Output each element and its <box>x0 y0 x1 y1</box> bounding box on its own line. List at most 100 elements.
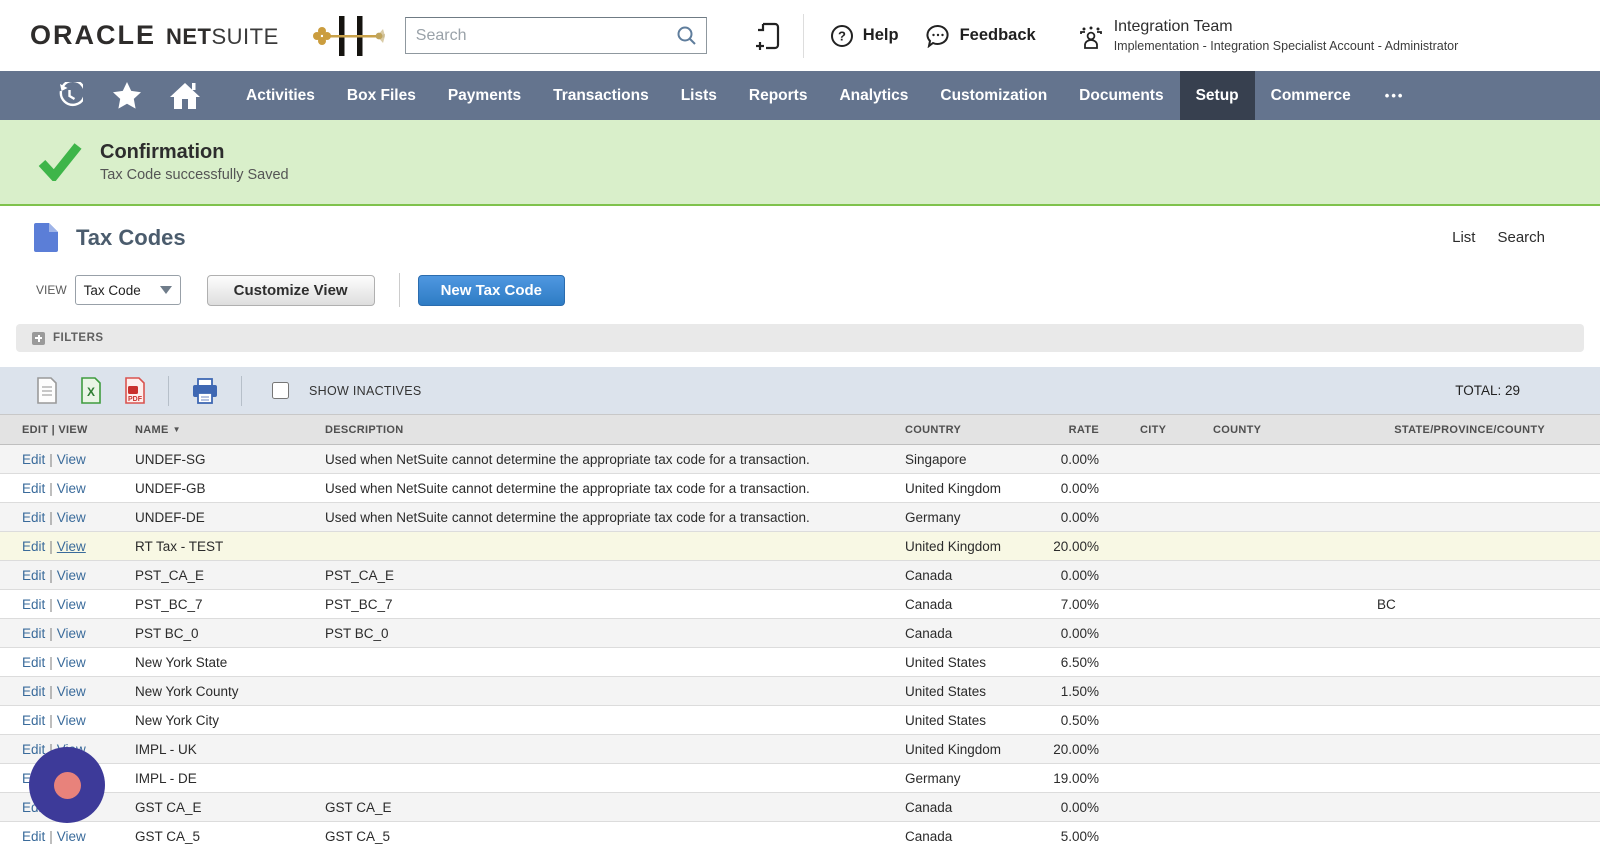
column-header-edit-view: EDIT | VIEW <box>0 415 130 445</box>
svg-text:X: X <box>87 385 95 399</box>
view-link[interactable]: View <box>57 568 86 583</box>
county-cell <box>1190 590 1295 619</box>
nav-item-reports[interactable]: Reports <box>733 71 824 120</box>
rate-cell: 0.50% <box>1035 706 1105 735</box>
filters-bar[interactable]: FILTERS <box>16 324 1584 352</box>
view-link[interactable]: View <box>57 829 86 844</box>
view-link[interactable]: View <box>57 655 86 670</box>
home-button[interactable] <box>156 81 214 111</box>
edit-link[interactable]: Edit <box>22 452 45 467</box>
top-header: ORACLE NET SUITE ? Help <box>0 0 1600 71</box>
column-header-rate[interactable]: RATE <box>1035 415 1105 445</box>
nav-item-commerce[interactable]: Commerce <box>1255 71 1367 120</box>
search-input[interactable] <box>405 17 707 54</box>
nav-item-box-files[interactable]: Box Files <box>331 71 432 120</box>
description-cell: Used when NetSuite cannot determine the … <box>320 445 900 474</box>
global-search <box>405 17 707 54</box>
edit-view-cell: Edit|View <box>0 590 130 619</box>
description-cell: GST CA_E <box>320 793 900 822</box>
column-header-description[interactable]: DESCRIPTION <box>320 415 900 445</box>
filters-label: FILTERS <box>53 332 104 344</box>
rate-cell: 7.00% <box>1035 590 1105 619</box>
edit-view-separator: | <box>45 452 57 467</box>
view-link[interactable]: View <box>57 510 86 525</box>
view-link[interactable]: View <box>57 684 86 699</box>
nav-items: ActivitiesBox FilesPaymentsTransactionsL… <box>230 71 1367 120</box>
view-link[interactable]: View <box>57 539 86 554</box>
name-cell: New York State <box>130 648 320 677</box>
column-header-name[interactable]: NAME▼ <box>130 415 320 445</box>
edit-link[interactable]: Edit <box>22 742 45 757</box>
nav-item-payments[interactable]: Payments <box>432 71 537 120</box>
shortcuts-button[interactable] <box>98 81 156 110</box>
nav-item-documents[interactable]: Documents <box>1063 71 1179 120</box>
list-toolbar: X PDF SHOW INACTIVES TOTAL: 29 <box>0 367 1600 414</box>
city-cell <box>1105 561 1190 590</box>
edit-link[interactable]: Edit <box>22 626 45 641</box>
create-new-button[interactable] <box>755 21 781 51</box>
column-header-city[interactable]: CITY <box>1105 415 1190 445</box>
print-button[interactable] <box>191 378 219 404</box>
view-link[interactable]: View <box>57 713 86 728</box>
nav-item-analytics[interactable]: Analytics <box>823 71 924 120</box>
edit-link[interactable]: Edit <box>22 684 45 699</box>
edit-link[interactable]: Edit <box>22 713 45 728</box>
country-cell: Germany <box>900 503 1035 532</box>
description-cell <box>320 764 900 793</box>
show-inactives-checkbox[interactable] <box>272 382 289 399</box>
view-link[interactable]: View <box>57 597 86 612</box>
role-icon <box>1078 24 1104 52</box>
recent-records-button[interactable] <box>40 82 98 109</box>
svg-text:?: ? <box>838 28 846 43</box>
feedback-label: Feedback <box>960 26 1036 45</box>
export-csv-button[interactable] <box>36 377 58 404</box>
view-select[interactable]: Tax Code <box>75 275 181 305</box>
nav-item-activities[interactable]: Activities <box>230 71 331 120</box>
edit-link[interactable]: Edit <box>22 481 45 496</box>
edit-link[interactable]: Edit <box>22 597 45 612</box>
name-cell: New York City <box>130 706 320 735</box>
new-tax-code-button[interactable]: New Tax Code <box>418 275 565 306</box>
nav-overflow-button[interactable]: ••• <box>1367 71 1423 120</box>
column-header-county[interactable]: COUNTY <box>1190 415 1295 445</box>
search-link[interactable]: Search <box>1497 229 1545 246</box>
column-header-state[interactable]: STATE/PROVINCE/COUNTY <box>1295 415 1600 445</box>
county-cell <box>1190 735 1295 764</box>
country-cell: Canada <box>900 822 1035 851</box>
edit-link[interactable]: Edit <box>22 655 45 670</box>
view-link[interactable]: View <box>57 481 86 496</box>
netsuite-wordmark-suite: SUITE <box>212 24 279 50</box>
export-excel-button[interactable]: X <box>80 377 102 404</box>
nav-item-customization[interactable]: Customization <box>924 71 1063 120</box>
search-icon[interactable] <box>675 24 698 47</box>
country-cell: Germany <box>900 764 1035 793</box>
feedback-button[interactable]: Feedback <box>925 24 1036 48</box>
county-cell <box>1190 822 1295 851</box>
nav-item-transactions[interactable]: Transactions <box>537 71 665 120</box>
edit-link[interactable]: Edit <box>22 510 45 525</box>
column-header-country[interactable]: COUNTRY <box>900 415 1035 445</box>
description-cell: Used when NetSuite cannot determine the … <box>320 503 900 532</box>
edit-view-cell: Edit|View <box>0 822 130 851</box>
nav-item-setup[interactable]: Setup <box>1180 71 1255 120</box>
list-link[interactable]: List <box>1452 229 1475 246</box>
nav-item-lists[interactable]: Lists <box>665 71 733 120</box>
edit-view-separator: | <box>45 568 57 583</box>
customize-view-button[interactable]: Customize View <box>207 275 375 306</box>
city-cell <box>1105 764 1190 793</box>
oracle-netsuite-logo: ORACLE NET SUITE <box>30 20 279 51</box>
edit-link[interactable]: Edit <box>22 829 45 844</box>
column-header-name-label: NAME <box>135 424 169 436</box>
view-link[interactable]: View <box>57 626 86 641</box>
home-icon <box>169 81 201 111</box>
view-link[interactable]: View <box>57 452 86 467</box>
rate-cell: 0.00% <box>1035 445 1105 474</box>
help-button[interactable]: ? Help <box>830 24 899 48</box>
rate-cell: 0.00% <box>1035 561 1105 590</box>
county-cell <box>1190 764 1295 793</box>
description-cell <box>320 648 900 677</box>
account-role-switcher[interactable]: Integration Team Implementation - Integr… <box>1078 18 1459 53</box>
edit-link[interactable]: Edit <box>22 568 45 583</box>
edit-link[interactable]: Edit <box>22 539 45 554</box>
export-pdf-button[interactable]: PDF <box>124 377 146 404</box>
